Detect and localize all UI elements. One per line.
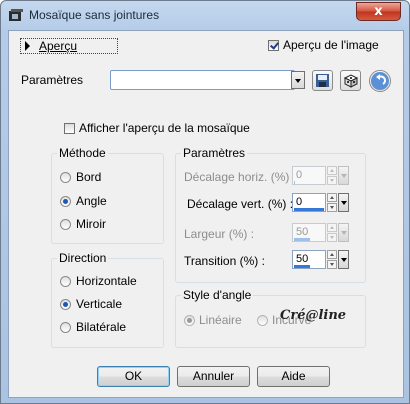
method-radio-angle[interactable]	[60, 196, 71, 207]
angle-style-label-lineaire: Linéaire	[199, 313, 242, 327]
floppy-disk-icon	[316, 74, 329, 87]
dialog-body: Aperçu Aperçu de l'image Paramètres Affi…	[8, 30, 404, 398]
method-radio-miroir[interactable]	[60, 219, 71, 230]
width-level-bar	[294, 238, 310, 241]
direction-label-verticale: Verticale	[76, 297, 123, 311]
presets-combo-input[interactable]	[110, 70, 295, 90]
direction-radio-bilaterale[interactable]	[60, 322, 71, 333]
watermark-text: Cré@line	[280, 308, 347, 323]
width-spinner[interactable]	[327, 223, 337, 242]
width-value: 50	[296, 226, 309, 238]
h-offset-label: Décalage horiz. (%) :	[184, 170, 297, 184]
method-group-title: Méthode	[57, 146, 108, 160]
angle-style-radio-lineaire[interactable]	[184, 315, 195, 326]
v-offset-label: Décalage vert. (%) :	[187, 197, 294, 211]
preview-toggle-button[interactable]: Aperçu	[20, 38, 118, 54]
method-label-bord: Bord	[76, 170, 102, 184]
width-label: Largeur (%) :	[184, 227, 255, 241]
help-button[interactable]: Aide	[257, 366, 330, 387]
transition-spinner[interactable]	[327, 250, 337, 269]
direction-group: Direction Horizontale Verticale Bilatéra…	[51, 251, 164, 348]
parameters-group: Paramètres Décalage horiz. (%) : 0 Décal…	[175, 146, 366, 283]
undo-arrow-icon	[371, 72, 389, 90]
v-offset-spinner[interactable]	[327, 193, 337, 212]
window-title: Mosaïque sans jointures	[29, 8, 160, 22]
dice-icon	[343, 74, 359, 88]
transition-input[interactable]: 50	[292, 250, 326, 269]
v-offset-input[interactable]: 0	[292, 193, 326, 212]
transition-value: 50	[296, 253, 309, 265]
dialog-window: Mosaïque sans jointures x Aperçu Aperçu …	[0, 0, 410, 404]
presets-dropdown-button[interactable]	[291, 71, 305, 89]
direction-radio-verticale[interactable]	[60, 299, 71, 310]
direction-group-title: Direction	[57, 251, 109, 265]
close-icon: x	[374, 4, 383, 19]
v-offset-value: 0	[296, 196, 303, 208]
mosaic-preview-label: Afficher l'aperçu de la mosaïque	[79, 121, 250, 135]
method-label-miroir: Miroir	[76, 217, 106, 231]
h-offset-level-bar	[294, 181, 295, 184]
presets-label: Paramètres	[21, 73, 84, 87]
v-offset-level-bar	[294, 208, 324, 211]
preview-image-checkbox[interactable]	[268, 40, 279, 51]
angle-style-radio-incurve[interactable]	[257, 315, 268, 326]
method-radio-bord[interactable]	[60, 172, 71, 183]
method-label-angle: Angle	[76, 194, 107, 208]
angle-style-group-title: Style d'angle	[181, 288, 254, 302]
app-icon	[9, 9, 23, 21]
direction-radio-horizontale[interactable]	[60, 276, 71, 287]
random-preset-button[interactable]	[340, 70, 361, 91]
width-dropdown-button[interactable]	[338, 223, 349, 242]
reset-preset-button[interactable]	[369, 70, 391, 92]
h-offset-value: 0	[296, 169, 303, 181]
h-offset-input[interactable]: 0	[292, 166, 326, 185]
transition-label: Transition (%) :	[184, 254, 265, 268]
width-input[interactable]: 50	[292, 223, 326, 242]
title-bar[interactable]: Mosaïque sans jointures x	[1, 1, 409, 29]
close-button[interactable]: x	[356, 2, 401, 21]
cancel-button[interactable]: Annuler	[177, 366, 250, 387]
parameters-group-title: Paramètres	[181, 146, 248, 160]
transition-dropdown-button[interactable]	[338, 250, 349, 269]
v-offset-dropdown-button[interactable]	[338, 193, 349, 212]
preview-toggle-label: Aperçu	[39, 39, 78, 53]
save-preset-button[interactable]	[312, 70, 333, 91]
preview-image-label: Aperçu de l'image	[283, 38, 379, 52]
mosaic-preview-checkbox[interactable]	[64, 123, 75, 134]
direction-label-bilaterale: Bilatérale	[76, 320, 127, 334]
transition-level-bar	[294, 265, 310, 268]
h-offset-spinner[interactable]	[327, 166, 337, 185]
expand-triangle-icon	[25, 41, 30, 51]
ok-button[interactable]: OK	[97, 366, 170, 387]
direction-label-horizontale: Horizontale	[76, 274, 137, 288]
h-offset-dropdown-button[interactable]	[338, 166, 349, 185]
method-group: Méthode Bord Angle Miroir	[51, 146, 164, 244]
